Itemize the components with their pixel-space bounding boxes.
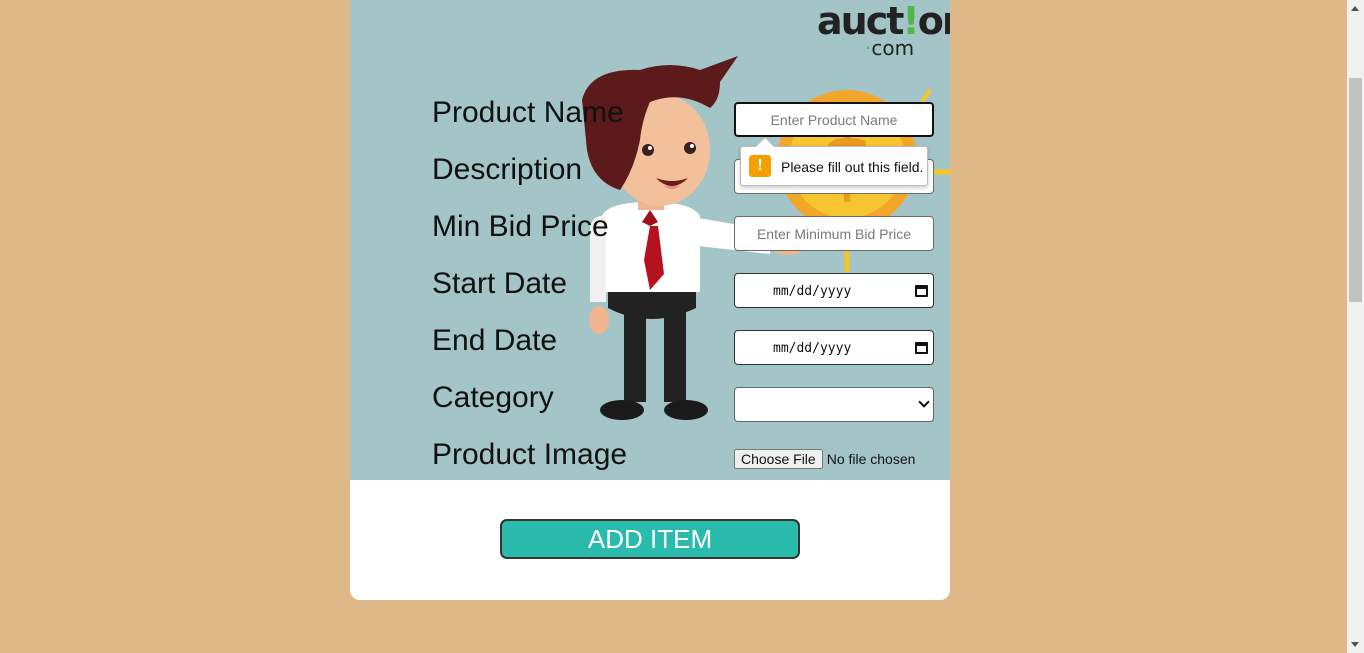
logo-domain: ·com — [865, 36, 915, 60]
calendar-icon[interactable] — [915, 342, 928, 354]
category-label: Category — [432, 381, 554, 414]
scroll-down-arrow-icon[interactable] — [1351, 642, 1359, 647]
chevron-down-icon — [918, 396, 930, 408]
product-name-input[interactable] — [734, 102, 934, 137]
scroll-up-arrow-icon[interactable] — [1351, 6, 1359, 11]
auction-logo: auct!on ·com — [817, 2, 950, 60]
warning-icon: ! — [749, 155, 771, 177]
choose-file-button[interactable]: Choose File — [734, 449, 823, 469]
end-date-label: End Date — [432, 324, 558, 357]
start-date-input[interactable]: mm/dd/yyyy — [734, 273, 934, 308]
end-date-format: mm/dd/yyyy — [773, 341, 852, 356]
logo-wordmark: auct!on — [817, 0, 950, 43]
scrollbar-thumb[interactable] — [1349, 78, 1362, 302]
add-item-card: $ — [350, 0, 950, 600]
start-date-format: mm/dd/yyyy — [773, 284, 852, 299]
add-item-button[interactable]: ADD ITEM — [500, 519, 800, 559]
file-status-text: No file chosen — [826, 451, 916, 467]
validation-tooltip: ! Please fill out this field. — [740, 137, 928, 186]
validation-message: Please fill out this field. — [781, 159, 924, 175]
form-panel: $ — [350, 0, 950, 480]
category-select[interactable] — [734, 387, 934, 422]
start-date-label: Start Date — [432, 267, 568, 300]
page-scrollbar[interactable] — [1347, 0, 1364, 653]
calendar-icon[interactable] — [915, 285, 928, 297]
product-image-file-input[interactable]: Choose File No file chosen — [734, 449, 915, 469]
product-image-label: Product Image — [432, 438, 628, 471]
description-label: Description — [432, 153, 583, 186]
product-name-label: Product Name — [432, 96, 624, 129]
min-bid-price-input[interactable] — [734, 216, 934, 251]
min-bid-price-label: Min Bid Price — [432, 210, 609, 243]
end-date-input[interactable]: mm/dd/yyyy — [734, 330, 934, 365]
